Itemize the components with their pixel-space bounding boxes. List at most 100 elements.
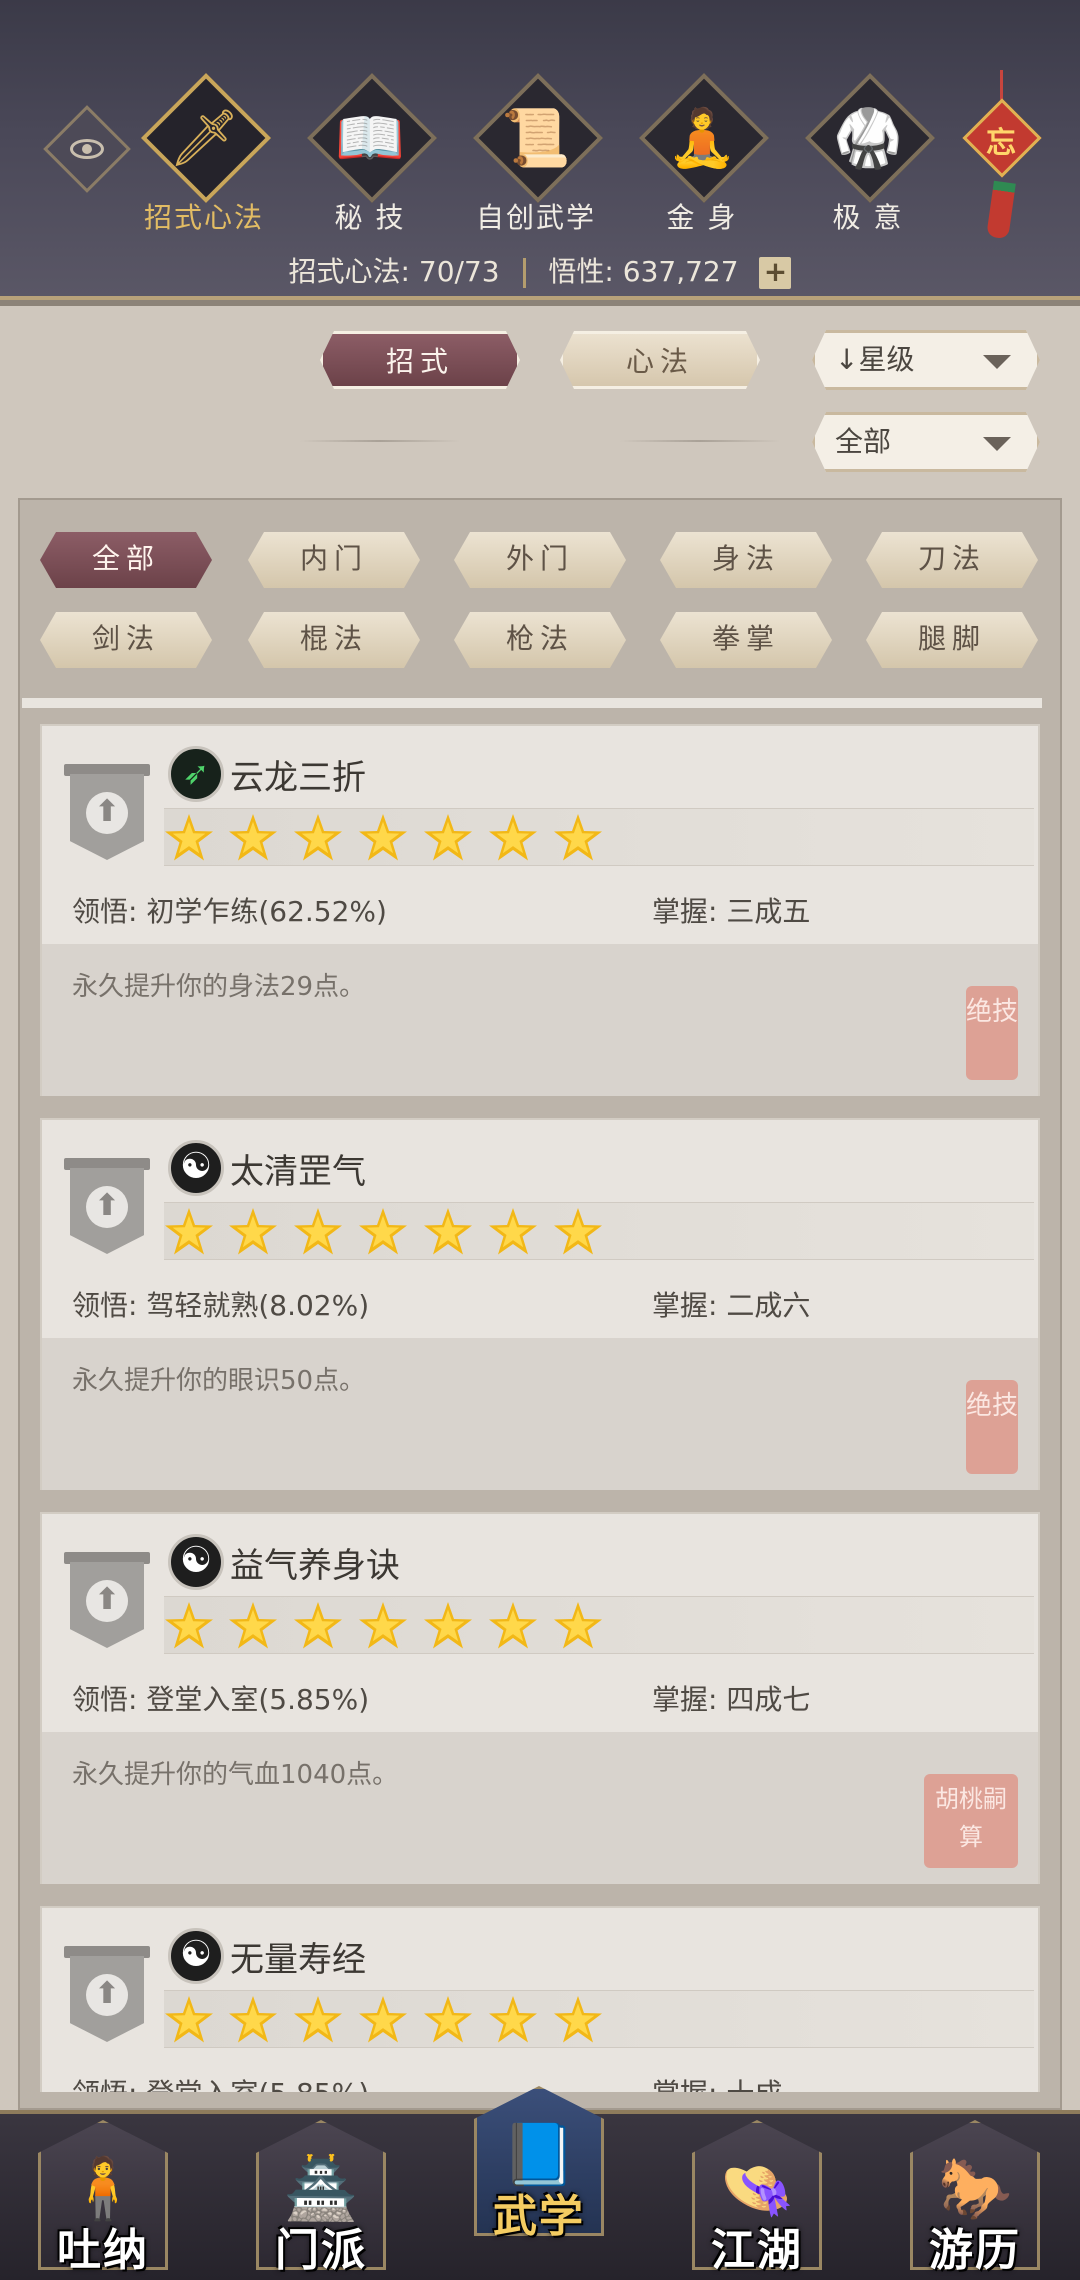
knot-character: 忘 — [986, 126, 1016, 161]
star-icon — [359, 1996, 407, 2043]
category-blade[interactable]: 刀法 — [866, 532, 1038, 588]
star-icon — [424, 1602, 472, 1649]
nav-tab-label: 招式心法 — [143, 201, 264, 234]
category-outer-sect[interactable]: 外门 — [454, 532, 626, 588]
star-icon — [489, 1996, 537, 2043]
knot-tassel — [986, 180, 1016, 240]
mastery-value: 四成七 — [726, 1683, 811, 1716]
category-movement[interactable]: 身法 — [660, 532, 832, 588]
top-header: 🗡 招式心法 📖 秘 技 📜 自创武学 🧘 金 身 🥋 极 意 忘 招式心法: … — [0, 0, 1080, 306]
upgrade-badge[interactable]: ⬆ — [64, 1552, 150, 1652]
moves-count-value: 70/73 — [418, 255, 500, 288]
skill-card[interactable]: ⬆ ☯ 无量寿经 领悟: 登堂入室(5.85%) 掌握: 十成 — [40, 1906, 1040, 2092]
chinese-knot-button[interactable]: 忘 — [962, 70, 1042, 240]
nav-tab-golden-body[interactable]: 🧘 金 身 — [632, 72, 772, 236]
eye-toggle-button[interactable] — [43, 105, 131, 193]
upgrade-badge[interactable]: ⬆ — [64, 1158, 150, 1258]
ornament-divider-left — [300, 440, 460, 442]
category-leg[interactable]: 腿脚 — [866, 612, 1038, 668]
star-icon — [229, 1602, 277, 1649]
filter-dropdown[interactable]: 全部 — [812, 412, 1040, 472]
upgrade-badge[interactable]: ⬆ — [64, 1946, 150, 2046]
mastery-label: 掌握: — [652, 1289, 718, 1322]
bottom-tab-label: 游历 — [929, 2225, 1021, 2276]
category-all[interactable]: 全部 — [40, 532, 212, 588]
up-arrow-icon: ⬆ — [86, 1580, 128, 1622]
nav-tab-self-created[interactable]: 📜 自创武学 — [466, 72, 606, 236]
star-icon — [554, 1602, 602, 1649]
skill-card[interactable]: ⬆ ☯ 太清罡气 领悟: 驾轻就熟(8.02%) 掌握: 二成六 永久提升你的眼… — [40, 1118, 1040, 1490]
star-icon — [554, 1996, 602, 2043]
skill-description: 永久提升你的眼识50点。 — [72, 1366, 366, 1396]
yin-yang-icon: ☯ — [168, 1928, 224, 1984]
category-inner-sect[interactable]: 内门 — [248, 532, 420, 588]
skill-name: 云龙三折 — [230, 758, 366, 798]
description-box: 永久提升你的气血1040点。 胡桃嗣算 — [42, 1732, 1038, 1884]
sword-icon: 🗡 — [168, 106, 240, 171]
category-fist-palm[interactable]: 拳掌 — [660, 612, 832, 668]
toggle-inner-art-button[interactable]: 心法 — [560, 331, 760, 389]
star-icon — [554, 814, 602, 861]
star-icon — [424, 1208, 472, 1255]
star-icon — [489, 1602, 537, 1649]
star-rating — [164, 1990, 1034, 2048]
insight-value: 637,727 — [622, 255, 739, 288]
mastery-label: 掌握: — [652, 895, 718, 928]
bottom-tab-sect[interactable]: 🏯 门派 — [246, 2120, 396, 2280]
star-icon — [424, 1996, 472, 2043]
book-icon: 📖 — [335, 106, 405, 171]
stats-bar: 招式心法: 70/73 悟性: 637,727 + — [0, 250, 1080, 290]
star-icon — [165, 1602, 213, 1649]
category-sword[interactable]: 剑法 — [40, 612, 212, 668]
comprehension-value: 初学乍练(62.52%) — [146, 895, 387, 928]
chevron-down-icon — [983, 355, 1011, 369]
star-icon — [359, 1602, 407, 1649]
star-icon — [489, 814, 537, 861]
insight-label: 悟性: — [548, 255, 614, 288]
category-spear[interactable]: 枪法 — [454, 612, 626, 668]
nav-tab-label: 金 身 — [666, 201, 738, 234]
skill-list[interactable]: ⬆ ➶ 云龙三折 领悟: 初学乍练(62.52%) 掌握: 三成五 永久提升你的… — [22, 700, 1042, 2092]
chevron-down-icon — [983, 437, 1011, 451]
skill-card[interactable]: ⬆ ➶ 云龙三折 领悟: 初学乍练(62.52%) 掌握: 三成五 永久提升你的… — [40, 724, 1040, 1096]
skill-card[interactable]: ⬆ ☯ 益气养身诀 领悟: 登堂入室(5.85%) 掌握: 四成七 永久提升你的… — [40, 1512, 1040, 1884]
mastery: 掌握: 三成五 — [652, 890, 810, 930]
bottom-tab-martial-arts[interactable]: 📘 武学 — [464, 2086, 614, 2246]
toggle-moves-button[interactable]: 招式 — [320, 331, 520, 389]
star-icon — [359, 1208, 407, 1255]
bottom-tab-jianghu[interactable]: 👒 江湖 — [682, 2120, 832, 2280]
bottom-tab-label: 武学 — [493, 2191, 585, 2242]
martial-stance-icon: 🥋 — [833, 106, 903, 171]
comprehension-value: 登堂入室(5.85%) — [146, 2077, 369, 2092]
meditation-icon: 🧘 — [667, 106, 737, 171]
comprehension-value: 登堂入室(5.85%) — [146, 1683, 370, 1716]
comprehension-value: 驾轻就熟(8.02%) — [146, 1289, 370, 1322]
nav-tab-moves-inner[interactable]: 🗡 招式心法 — [134, 72, 274, 236]
eye-icon — [70, 139, 104, 159]
filter-label: 全部 — [835, 425, 892, 458]
nav-tab-label: 秘 技 — [334, 201, 406, 234]
star-icon — [424, 814, 472, 861]
mastery: 掌握: 十成 — [652, 2072, 782, 2092]
bottom-tab-travel[interactable]: 🐎 游历 — [900, 2120, 1050, 2280]
add-insight-button[interactable]: + — [759, 257, 792, 289]
star-icon — [165, 1996, 213, 2043]
nav-tab-label: 自创武学 — [475, 201, 596, 234]
sort-label: 星级 — [858, 343, 915, 376]
upgrade-badge[interactable]: ⬆ — [64, 764, 150, 864]
up-arrow-icon: ⬆ — [86, 1974, 128, 2016]
bottom-tab-breathing[interactable]: 🧍 吐纳 — [28, 2120, 178, 2280]
bottom-tab-label: 吐纳 — [57, 2225, 149, 2276]
mastery-value: 十成 — [726, 2077, 782, 2092]
skill-name: 无量寿经 — [230, 1940, 366, 1980]
mastery-label: 掌握: — [652, 1683, 718, 1716]
sort-dropdown[interactable]: ↓星级 — [812, 330, 1040, 390]
star-icon — [165, 814, 213, 861]
nav-tab-ultimate[interactable]: 🥋 极 意 — [798, 72, 938, 236]
yin-yang-icon: ☯ — [168, 1140, 224, 1196]
seal-stamp: 绝技 — [966, 1380, 1018, 1474]
star-icon — [229, 1996, 277, 2043]
category-staff[interactable]: 棍法 — [248, 612, 420, 668]
nav-tab-secret-skill[interactable]: 📖 秘 技 — [300, 72, 440, 236]
comprehension: 领悟: 登堂入室(5.85%) — [72, 2072, 369, 2092]
